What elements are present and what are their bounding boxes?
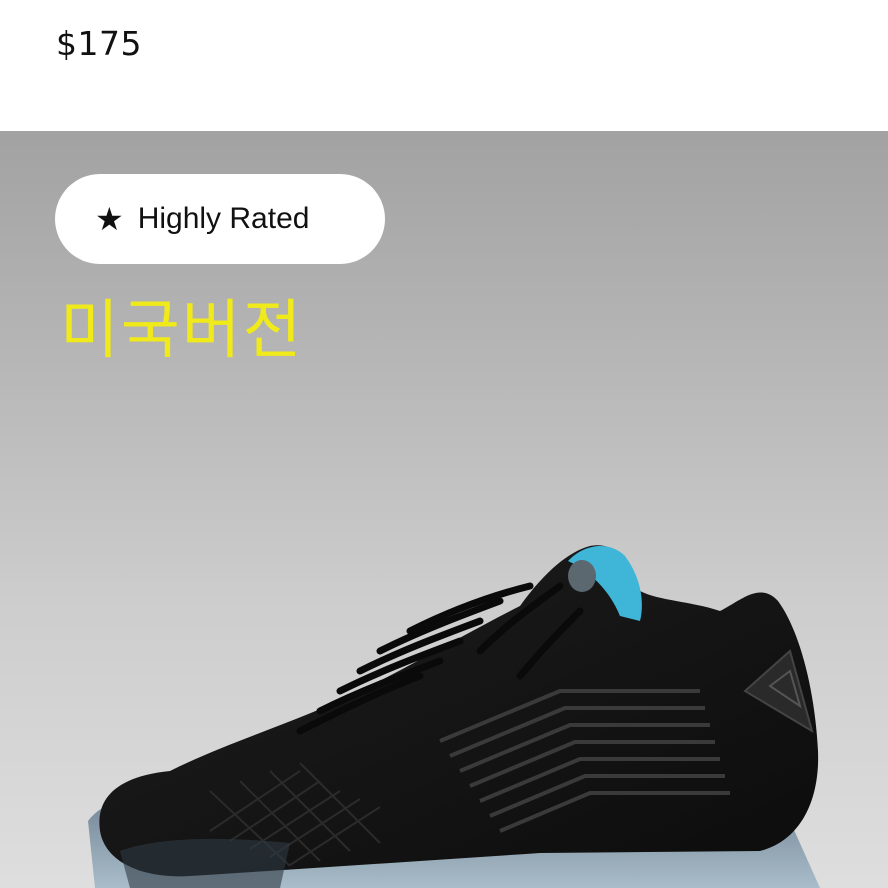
star-icon: ★ — [95, 200, 124, 238]
highly-rated-badge: ★ Highly Rated — [55, 174, 385, 264]
product-page: $175 ★ Highly Rated 미국버전 — [0, 0, 888, 888]
sole-window — [120, 838, 290, 888]
price-header: $175 — [0, 0, 888, 131]
product-price: $175 — [56, 24, 142, 63]
version-overlay-text: 미국버전 — [60, 294, 304, 368]
heel-lining — [568, 560, 596, 592]
badge-label: Highly Rated — [137, 202, 310, 235]
sneaker-upper — [99, 545, 819, 877]
product-image-area[interactable]: ★ Highly Rated 미국버전 — [0, 131, 888, 888]
